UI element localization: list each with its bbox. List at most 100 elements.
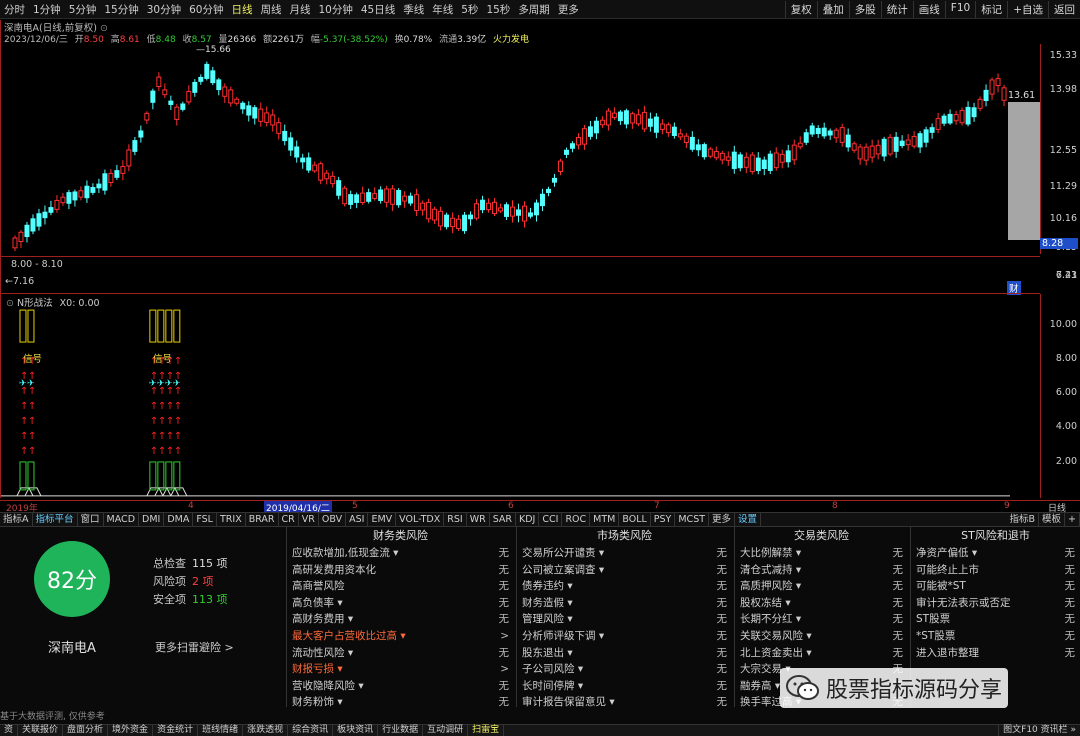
risk-item[interactable]: 高质押风险 ▾ 无: [735, 578, 908, 595]
period-tab[interactable]: 周线: [257, 2, 286, 17]
toolbar-button[interactable]: 复权: [784, 0, 817, 18]
indicator-tab[interactable]: PSY: [651, 513, 676, 526]
risk-item[interactable]: 高负债率 ▾ 无: [287, 595, 514, 612]
status-tab[interactable]: 班线情绪: [198, 725, 244, 736]
risk-item[interactable]: 债券违约 ▾ 无: [517, 578, 732, 595]
toolbar-button[interactable]: 画线: [912, 0, 945, 18]
toolbar-button[interactable]: 多股: [848, 0, 881, 18]
status-tab[interactable]: 板块资讯: [333, 725, 379, 736]
toolbar-button[interactable]: 统计: [880, 0, 913, 18]
risk-item[interactable]: 长期不分红 ▾ 无: [735, 611, 908, 628]
status-tab[interactable]: 涨跌透视: [243, 725, 289, 736]
toolbar-button[interactable]: F10: [944, 0, 975, 18]
toolbar-button[interactable]: +自选: [1007, 0, 1048, 18]
risk-item[interactable]: 高商誉风险 无: [287, 578, 514, 595]
status-tab[interactable]: 互动调研: [423, 725, 469, 736]
toolbar-button[interactable]: 叠加: [816, 0, 849, 18]
indicator-tab[interactable]: MTM: [590, 513, 620, 526]
period-tab[interactable]: 5分钟: [65, 2, 101, 17]
period-tab[interactable]: 45日线: [357, 2, 399, 17]
indicator-tab[interactable]: VR: [299, 513, 319, 526]
risk-item[interactable]: 公司被立案调查 ▾ 无: [517, 562, 732, 579]
indicator-tab[interactable]: RSI: [444, 513, 467, 526]
status-tab[interactable]: 关联报价: [18, 725, 64, 736]
indicator-tab[interactable]: 设置: [735, 513, 762, 526]
risk-item[interactable]: 财务造假 ▾ 无: [517, 595, 732, 612]
risk-item[interactable]: 大比例解禁 ▾ 无: [735, 545, 908, 562]
risk-item[interactable]: ST股票 无: [911, 611, 1080, 628]
risk-item[interactable]: 财务粉饰 ▾ 无: [287, 694, 514, 711]
risk-item[interactable]: 股权冻结 ▾ 无: [735, 595, 908, 612]
indicator-tab[interactable]: 窗口: [78, 513, 104, 526]
indicator-tab-right[interactable]: +: [1065, 513, 1080, 526]
risk-item[interactable]: 清仓式减持 ▾ 无: [735, 562, 908, 579]
indicator-tab[interactable]: CR: [279, 513, 299, 526]
status-tab[interactable]: 资: [0, 725, 19, 736]
indicator-chart[interactable]: ↑↑↑↑↑↑↑✈↑↑↑↑↑↑↑✈信号 ↑↑↑↑↑↑↑✈↑↑↑↑↑↑↑✈↑↑↑↑↑↑…: [0, 294, 1040, 498]
period-tab[interactable]: 10分钟: [315, 2, 357, 17]
status-tab[interactable]: 境外资金: [108, 725, 154, 736]
indicator-tab-right[interactable]: 指标B: [1006, 513, 1040, 526]
period-tab[interactable]: 5秒: [457, 2, 482, 17]
period-tab[interactable]: 更多: [554, 2, 583, 17]
status-right[interactable]: 图文F10 资讯栏 »: [998, 725, 1080, 736]
indicator-tab[interactable]: DMI: [139, 513, 165, 526]
risk-item[interactable]: 可能终止上市 无: [911, 562, 1080, 579]
indicator-tab[interactable]: VOL-TDX: [396, 513, 445, 526]
risk-item[interactable]: 交易所公开谴责 ▾ 无: [517, 545, 732, 562]
risk-item[interactable]: 净资产偏低 ▾ 无: [911, 545, 1080, 562]
risk-item[interactable]: 进入退市整理 无: [911, 645, 1080, 662]
period-tab[interactable]: 月线: [286, 2, 315, 17]
indicator-tab[interactable]: SAR: [490, 513, 517, 526]
period-tab[interactable]: 15秒: [482, 2, 514, 17]
candlestick-chart[interactable]: [0, 20, 1040, 257]
indicator-tab-right[interactable]: 模板: [1039, 513, 1066, 526]
status-tab[interactable]: 行业数据: [378, 725, 424, 736]
period-tab[interactable]: 1分钟: [29, 2, 65, 17]
risk-item[interactable]: 审计无法表示或否定 无: [911, 595, 1080, 612]
risk-item[interactable]: 子公司风险 ▾ 无: [517, 661, 732, 678]
indicator-tab[interactable]: OBV: [319, 513, 347, 526]
indicator-tab[interactable]: FSL: [193, 513, 217, 526]
risk-item[interactable]: 高研发费用资本化 无: [287, 562, 514, 579]
risk-item[interactable]: 长时间停牌 ▾ 无: [517, 678, 732, 695]
risk-item[interactable]: 营收隐降风险 ▾ 无: [287, 678, 514, 695]
risk-item[interactable]: 分析师评级下调 ▾ 无: [517, 628, 732, 645]
risk-item[interactable]: *ST股票 无: [911, 628, 1080, 645]
risk-item[interactable]: 财报亏损 ▾ >: [287, 661, 514, 678]
risk-item[interactable]: 最大客户占营收比过高 ▾ >: [287, 628, 514, 645]
risk-item[interactable]: 管理风险 ▾ 无: [517, 611, 732, 628]
indicator-tab[interactable]: BRAR: [246, 513, 279, 526]
indicator-tab[interactable]: 指标平台: [33, 513, 78, 526]
status-tab[interactable]: 综合资讯: [288, 725, 334, 736]
period-tab[interactable]: 30分钟: [143, 2, 185, 17]
indicator-tab[interactable]: 更多: [709, 513, 736, 526]
risk-item[interactable]: 应收款增加,低现金流 ▾ 无: [287, 545, 514, 562]
toolbar-button[interactable]: 标记: [975, 0, 1007, 18]
period-tab[interactable]: 年线: [428, 2, 457, 17]
status-tab[interactable]: 资金统计: [153, 725, 199, 736]
indicator-tab[interactable]: DMA: [164, 513, 194, 526]
status-tab[interactable]: 盘面分析: [63, 725, 109, 736]
indicator-tab[interactable]: WR: [467, 513, 490, 526]
risk-item[interactable]: 关联交易风险 ▾ 无: [735, 628, 908, 645]
period-tab[interactable]: 15分钟: [100, 2, 142, 17]
indicator-tab[interactable]: ASI: [346, 513, 369, 526]
indicator-tab[interactable]: KDJ: [516, 513, 540, 526]
indicator-tab[interactable]: MACD: [104, 513, 140, 526]
indicator-tab[interactable]: TRIX: [217, 513, 246, 526]
period-tab[interactable]: 多周期: [514, 2, 554, 17]
status-tab[interactable]: 扫雷宝: [468, 725, 505, 736]
indicator-tab[interactable]: BOLL: [619, 513, 651, 526]
period-tab[interactable]: 日线: [228, 2, 257, 17]
indicator-tab[interactable]: 指标A: [0, 513, 33, 526]
risk-item[interactable]: 北上资金卖出 ▾ 无: [735, 645, 908, 662]
period-tab[interactable]: 60分钟: [185, 2, 227, 17]
indicator-tab[interactable]: CCI: [539, 513, 563, 526]
more-scan-link[interactable]: 更多扫雷避险 >: [155, 639, 234, 655]
risk-item[interactable]: 高财务费用 ▾ 无: [287, 611, 514, 628]
indicator-tab[interactable]: EMV: [368, 513, 397, 526]
risk-item[interactable]: 流动性风险 ▾ 无: [287, 645, 514, 662]
risk-item[interactable]: 审计报告保留意见 ▾ 无: [517, 694, 732, 711]
toolbar-button[interactable]: 返回: [1048, 0, 1080, 18]
